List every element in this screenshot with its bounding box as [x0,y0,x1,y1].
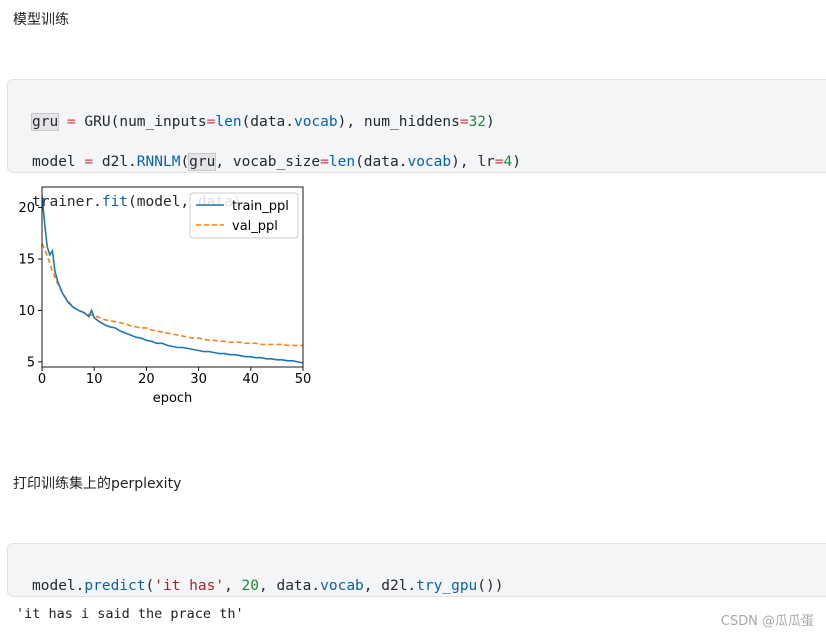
section-heading-perplexity: 打印训练集上的perplexity [13,476,182,492]
x-tick-label: 20 [138,372,155,387]
x-axis-label: epoch [153,391,193,406]
y-tick-label: 5 [27,355,35,370]
series-line-val_ppl [42,243,303,347]
x-tick-label: 40 [243,372,260,387]
legend-label-train_ppl: train_ppl [232,199,289,214]
y-tick-label: 15 [18,253,35,268]
code-line-2: model = d2l.RNNLM(gru, vocab_size=len(da… [32,153,521,171]
x-tick-label: 10 [86,372,103,387]
y-tick-label: 10 [18,304,35,319]
code-cell-predict[interactable]: model.predict('it has', 20, data.vocab, … [7,543,826,597]
x-tick-label: 30 [190,372,207,387]
code-line-1: model.predict('it has', 20, data.vocab, … [32,578,504,594]
section-heading-training: 模型训练 [13,12,69,28]
x-tick-label: 0 [38,372,46,387]
watermark: CSDN @瓜瓜蛋 [720,614,814,629]
code-cell-training[interactable]: gru = GRU(num_inputs=len(data.vocab), nu… [7,79,826,210]
code-line-1: gru = GRU(num_inputs=len(data.vocab), nu… [30,113,495,131]
code-block-predict: model.predict('it has', 20, data.vocab, … [32,556,503,636]
legend-label-val_ppl: val_ppl [232,219,278,234]
y-tick-label: 20 [18,201,35,216]
x-tick-label: 50 [295,372,312,387]
predict-output: 'it has i said the prace th' [16,606,244,622]
training-chart: 0 10 20 30 40 50 5 10 15 20 epoch train_ppl val_ppl [18,186,312,406]
